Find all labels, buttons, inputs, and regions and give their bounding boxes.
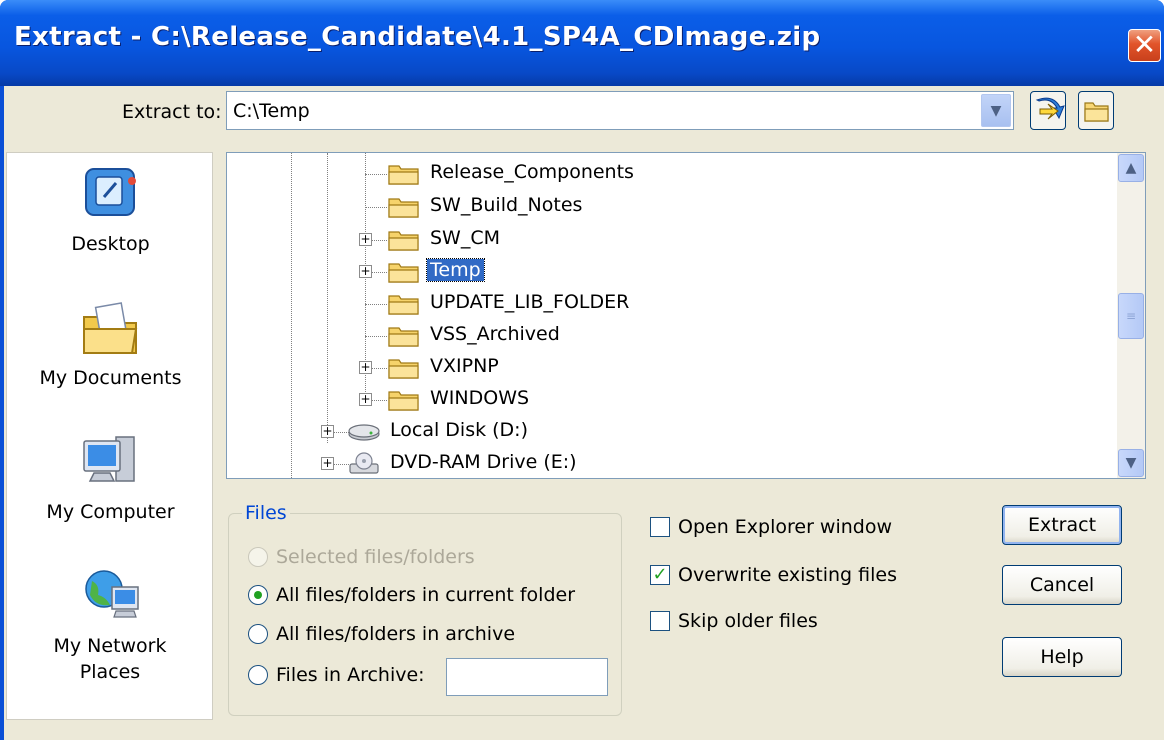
radio-button[interactable] (248, 585, 268, 605)
tree-item[interactable]: SW_Build_Notes (227, 190, 1107, 222)
expand-icon[interactable]: + (321, 425, 334, 438)
checkbox[interactable] (650, 611, 670, 631)
tree-item-label: DVD-RAM Drive (E:) (390, 451, 577, 473)
radio-button[interactable] (248, 665, 268, 685)
place-desktop[interactable]: Desktop (7, 163, 214, 257)
extract-dialog: Extract - C:\Release_Candidate\4.1_SP4A_… (0, 0, 1164, 740)
my-documents-icon (82, 302, 137, 354)
folder-icon (388, 198, 419, 218)
expand-icon[interactable]: + (359, 265, 372, 278)
place-desktop-label: Desktop (71, 233, 150, 255)
place-my-computer-label: My Computer (46, 501, 175, 523)
radio-label[interactable]: All files/folders in archive (276, 623, 515, 645)
radio-button[interactable] (248, 624, 268, 644)
place-my-documents-label: My Documents (39, 367, 182, 389)
checkbox[interactable] (650, 517, 670, 537)
cancel-button[interactable]: Cancel (1002, 565, 1122, 605)
my-computer-icon (82, 436, 135, 482)
scroll-down-button[interactable]: ▼ (1118, 449, 1144, 477)
radio-label[interactable]: All files/folders in current folder (276, 584, 575, 606)
tree-item-label: WINDOWS (430, 387, 530, 409)
files-group-legend: Files (242, 502, 290, 524)
extract-to-combobox[interactable]: C:\Temp ▼ (226, 91, 1014, 130)
combo-dropdown-button[interactable]: ▼ (981, 94, 1011, 127)
radio-label[interactable]: Files in Archive: (276, 664, 425, 686)
tree-item-label: VXIPNP (430, 355, 499, 377)
folder-icon (388, 295, 419, 315)
title-bar[interactable]: Extract - C:\Release_Candidate\4.1_SP4A_… (0, 0, 1164, 86)
folder-icon (388, 263, 419, 283)
folder-icon (1084, 102, 1109, 122)
folder-icon (388, 391, 419, 411)
expand-icon[interactable]: + (321, 457, 334, 470)
files-in-archive-input[interactable] (446, 658, 608, 696)
tree-item[interactable]: + WINDOWS (227, 383, 1107, 415)
folder-icon (388, 359, 419, 379)
tree-item[interactable]: Release_Components (227, 157, 1107, 189)
tree-item[interactable]: + DVD-RAM Drive (E:) (227, 447, 1107, 478)
refresh-button[interactable] (1030, 91, 1066, 130)
folder-icon (388, 165, 419, 185)
tree-item[interactable]: + Temp (227, 255, 1107, 287)
extract-to-value[interactable]: C:\Temp (233, 100, 310, 122)
tree-item-label: SW_Build_Notes (430, 194, 583, 216)
checkbox-label[interactable]: Open Explorer window (678, 516, 892, 538)
radio-button (248, 547, 268, 567)
tree-item[interactable]: + SW_CM (227, 223, 1107, 255)
place-my-computer[interactable]: My Computer (7, 431, 214, 525)
hard-disk-icon (348, 424, 380, 441)
tree-item[interactable]: UPDATE_LIB_FOLDER (227, 287, 1107, 319)
tree-item-label: VSS_Archived (430, 323, 560, 345)
folder-tree[interactable]: Release_Components SW_Build_Notes + SW_C… (226, 152, 1146, 479)
dialog-body: Extract to: C:\Temp ▼ Desktop My Documen… (4, 86, 1164, 740)
extract-button[interactable]: Extract (1002, 505, 1122, 545)
expand-icon[interactable]: + (359, 361, 372, 374)
scroll-thumb[interactable]: ≡ (1118, 293, 1144, 339)
tree-item[interactable]: VSS_Archived (227, 319, 1107, 351)
browse-folder-button[interactable] (1078, 91, 1114, 130)
expand-icon[interactable]: + (359, 233, 372, 246)
radio-label: Selected files/folders (276, 546, 475, 568)
tree-scrollbar[interactable]: ▲ ≡ ▼ (1117, 153, 1145, 478)
checkbox-checked[interactable]: ✓ (650, 565, 670, 585)
extract-to-label: Extract to: (122, 101, 222, 123)
window-title: Extract - C:\Release_Candidate\4.1_SP4A_… (14, 22, 821, 52)
scroll-up-button[interactable]: ▲ (1118, 154, 1144, 182)
dvd-drive-icon (349, 452, 379, 474)
folder-icon (388, 327, 419, 347)
place-my-network-places-label: My Network Places (53, 635, 167, 683)
close-button[interactable]: ✕ (1128, 29, 1161, 62)
tree-item-label-selected: Temp (426, 258, 485, 282)
desktop-icon (84, 168, 136, 216)
tree-item-label: Local Disk (D:) (390, 419, 528, 441)
tree-item[interactable]: + VXIPNP (227, 351, 1107, 383)
help-button[interactable]: Help (1002, 637, 1122, 677)
tree-item-label: Release_Components (430, 161, 634, 183)
place-my-documents[interactable]: My Documents (7, 297, 214, 391)
checkbox-label[interactable]: Skip older files (678, 610, 818, 632)
my-network-places-icon (84, 570, 139, 618)
places-bar: Desktop My Documents My Computer My Netw… (6, 152, 213, 720)
tree-item[interactable]: + Local Disk (D:) (227, 415, 1107, 447)
tree-item-label: SW_CM (430, 227, 501, 249)
tree-item-label: UPDATE_LIB_FOLDER (430, 291, 630, 313)
refresh-arrow-icon (1035, 97, 1065, 120)
place-my-network-places[interactable]: My Network Places (7, 565, 214, 685)
folder-icon (388, 231, 419, 251)
expand-icon[interactable]: + (359, 393, 372, 406)
checkbox-label[interactable]: Overwrite existing files (678, 564, 897, 586)
